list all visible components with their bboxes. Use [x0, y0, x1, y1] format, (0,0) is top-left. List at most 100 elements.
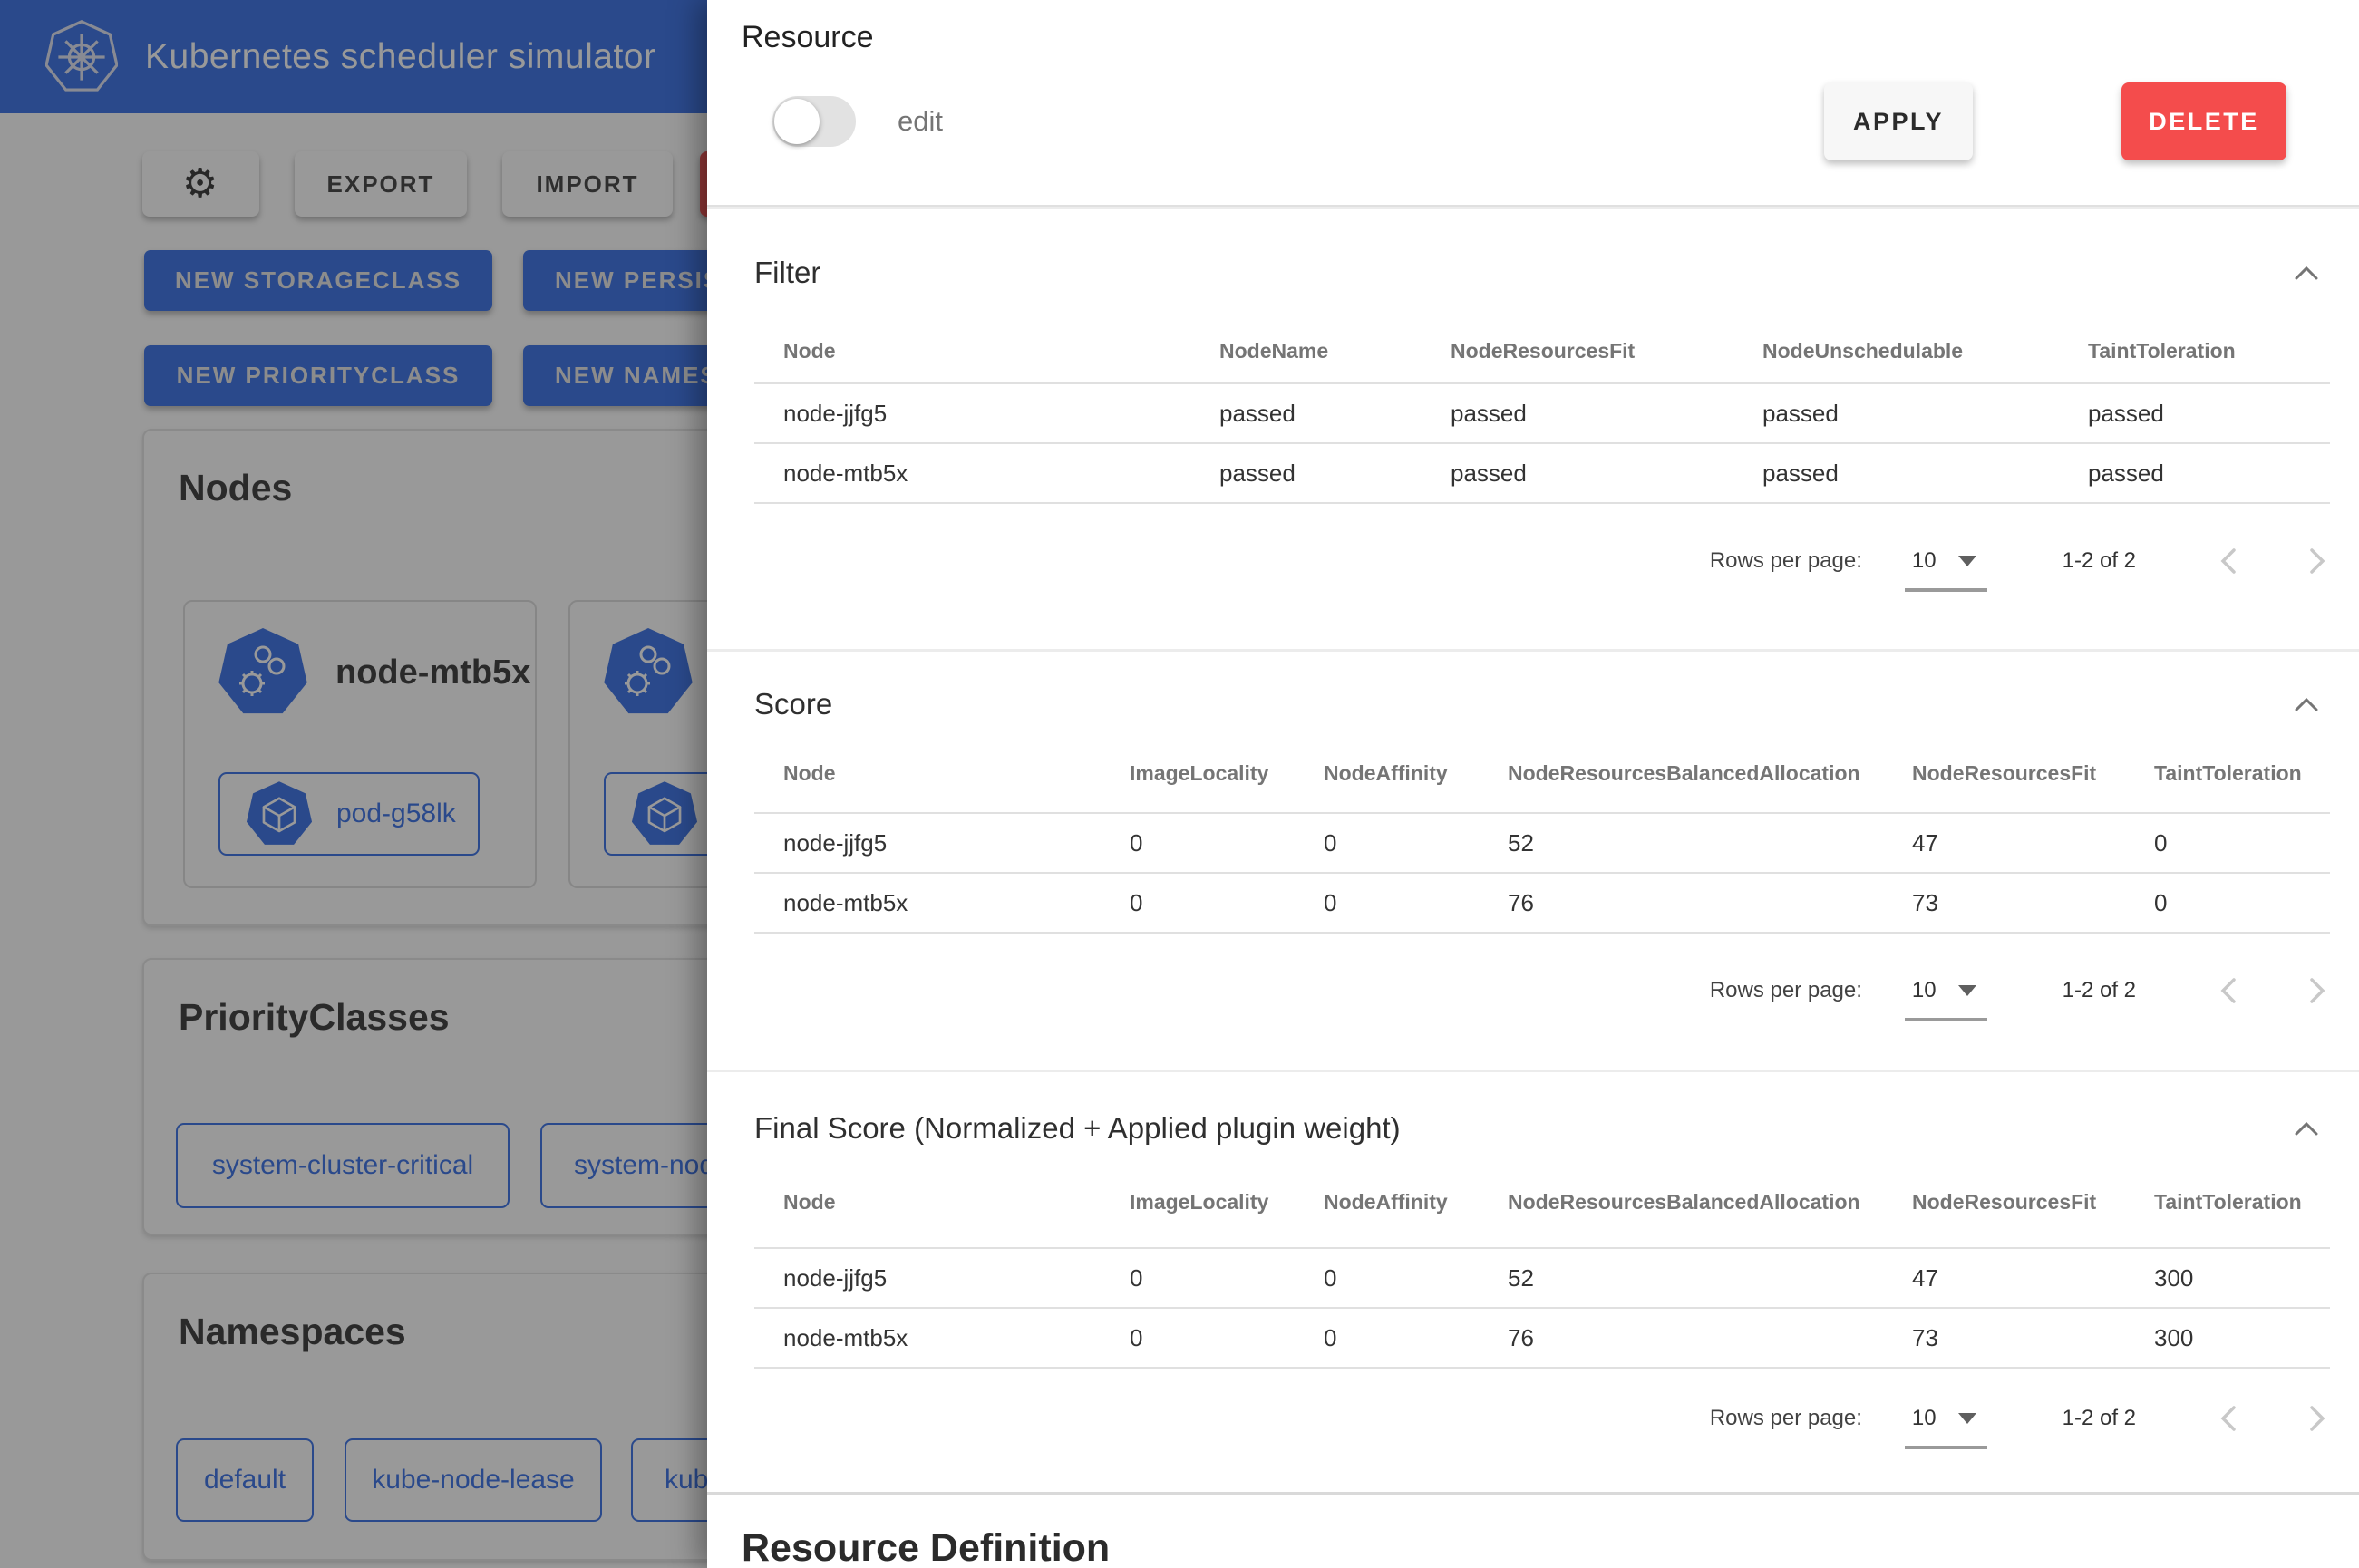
table-header-row: Node ImageLocality NodeAffinity NodeReso…	[754, 1157, 2330, 1248]
final-score-table: Node ImageLocality NodeAffinity NodeReso…	[754, 1157, 2330, 1369]
filter-section: Filter Node NodeName NodeResourcesFit No…	[707, 207, 2359, 649]
cell: passed	[1219, 443, 1451, 503]
column-header: TaintToleration	[2154, 1157, 2330, 1248]
column-header: ImageLocality	[1130, 1157, 1324, 1248]
cell: 52	[1508, 813, 1912, 873]
panel-bottom-edge	[707, 1492, 2359, 1499]
column-header: NodeName	[1219, 320, 1451, 383]
drawer-header: Resource edit APPLY DELETE	[707, 0, 2359, 207]
previous-page-icon[interactable]	[2216, 1400, 2243, 1437]
rows-per-page-select[interactable]: 10	[1912, 978, 1976, 1003]
page-range-label: 1-2 of 2	[2063, 978, 2136, 1003]
collapse-chevron-icon[interactable]	[2294, 696, 2319, 712]
column-header: NodeResourcesFit	[1912, 1157, 2154, 1248]
score-section-title: Score	[754, 687, 832, 721]
edit-toggle[interactable]	[772, 96, 856, 147]
previous-page-icon[interactable]	[2216, 543, 2243, 579]
collapse-chevron-icon[interactable]	[2294, 265, 2319, 281]
cell: 0	[2154, 873, 2330, 933]
cell: passed	[2088, 383, 2330, 443]
column-header: Node	[754, 1157, 1130, 1248]
table-row: node-jjfg5 passed passed passed passed	[754, 383, 2330, 443]
next-page-icon[interactable]	[2303, 1400, 2330, 1437]
cell: 76	[1508, 1308, 1912, 1368]
cell: passed	[1451, 383, 1762, 443]
score-section: Score Node ImageLocality NodeAffinity No…	[707, 649, 2359, 1070]
resource-drawer: Resource edit APPLY DELETE Filter Node N…	[707, 0, 2359, 1568]
select-underline	[1905, 1446, 1987, 1449]
cell: 0	[1324, 1248, 1508, 1308]
page-range-label: 1-2 of 2	[2063, 548, 2136, 574]
apply-button[interactable]: APPLY	[1824, 82, 1973, 160]
rows-per-page-select[interactable]: 10	[1912, 1406, 1976, 1431]
cell: passed	[2088, 443, 2330, 503]
table-row: node-mtb5x passed passed passed passed	[754, 443, 2330, 503]
rows-per-page-value: 10	[1912, 548, 1937, 574]
column-header: NodeAffinity	[1324, 1157, 1508, 1248]
cell: 0	[1130, 873, 1324, 933]
dropdown-caret-icon	[1958, 985, 1976, 996]
dropdown-caret-icon	[1958, 556, 1976, 566]
table-row: node-jjfg5 0 0 52 47 300	[754, 1248, 2330, 1308]
cell: 73	[1912, 1308, 2154, 1368]
rows-per-page-value: 10	[1912, 1406, 1937, 1431]
next-page-icon[interactable]	[2303, 973, 2330, 1009]
select-underline	[1905, 588, 1987, 592]
rows-per-page-label: Rows per page:	[1710, 548, 1862, 574]
column-header: Node	[754, 320, 1219, 383]
column-header: NodeResourcesBalancedAllocation	[1508, 735, 1912, 813]
dropdown-caret-icon	[1958, 1413, 1976, 1424]
edit-toggle-label: edit	[898, 105, 943, 138]
cell: 300	[2154, 1308, 2330, 1368]
cell: 47	[1912, 813, 2154, 873]
final-score-section: Final Score (Normalized + Applied plugin…	[707, 1070, 2359, 1492]
column-header: NodeAffinity	[1324, 735, 1508, 813]
cell: 47	[1912, 1248, 2154, 1308]
filter-section-title: Filter	[754, 256, 820, 290]
cell: 0	[1130, 1308, 1324, 1368]
table-pagination: Rows per page: 10 1-2 of 2	[754, 934, 2330, 1070]
rows-per-page-select[interactable]: 10	[1912, 548, 1976, 574]
column-header: NodeResourcesFit	[1451, 320, 1762, 383]
delete-button[interactable]: DELETE	[2121, 82, 2286, 160]
column-header: TaintToleration	[2088, 320, 2330, 383]
cell: 300	[2154, 1248, 2330, 1308]
cell-node: node-jjfg5	[754, 813, 1130, 873]
cell: 0	[1324, 873, 1508, 933]
table-pagination: Rows per page: 10 1-2 of 2	[754, 504, 2330, 649]
cell: 0	[1324, 813, 1508, 873]
collapse-chevron-icon[interactable]	[2294, 1120, 2319, 1137]
table-row: node-mtb5x 0 0 76 73 0	[754, 873, 2330, 933]
cell: 52	[1508, 1248, 1912, 1308]
column-header: NodeResourcesFit	[1912, 735, 2154, 813]
cell: 0	[1324, 1308, 1508, 1368]
toggle-knob	[774, 99, 820, 144]
cell: 0	[1130, 1248, 1324, 1308]
cell-node: node-mtb5x	[754, 873, 1130, 933]
filter-table: Node NodeName NodeResourcesFit NodeUnsch…	[754, 320, 2330, 504]
cell: passed	[1762, 383, 2088, 443]
page-range-label: 1-2 of 2	[2063, 1406, 2136, 1431]
rows-per-page-label: Rows per page:	[1710, 978, 1862, 1003]
rows-per-page-label: Rows per page:	[1710, 1406, 1862, 1431]
column-header: NodeUnschedulable	[1762, 320, 2088, 383]
cell-node: node-jjfg5	[754, 383, 1219, 443]
column-header: TaintToleration	[2154, 735, 2330, 813]
table-pagination: Rows per page: 10 1-2 of 2	[754, 1369, 2330, 1492]
table-row: node-jjfg5 0 0 52 47 0	[754, 813, 2330, 873]
cell: passed	[1219, 383, 1451, 443]
table-row: node-mtb5x 0 0 76 73 300	[754, 1308, 2330, 1368]
next-page-icon[interactable]	[2303, 543, 2330, 579]
table-header-row: Node NodeName NodeResourcesFit NodeUnsch…	[754, 320, 2330, 383]
column-header: Node	[754, 735, 1130, 813]
column-header: NodeResourcesBalancedAllocation	[1508, 1157, 1912, 1248]
cell: passed	[1451, 443, 1762, 503]
cell: 73	[1912, 873, 2154, 933]
cell-node: node-jjfg5	[754, 1248, 1130, 1308]
column-header: ImageLocality	[1130, 735, 1324, 813]
final-score-section-title: Final Score (Normalized + Applied plugin…	[754, 1111, 1401, 1146]
previous-page-icon[interactable]	[2216, 973, 2243, 1009]
cell: 0	[1130, 813, 1324, 873]
cell: 0	[2154, 813, 2330, 873]
drawer-title: Resource	[742, 20, 2286, 55]
